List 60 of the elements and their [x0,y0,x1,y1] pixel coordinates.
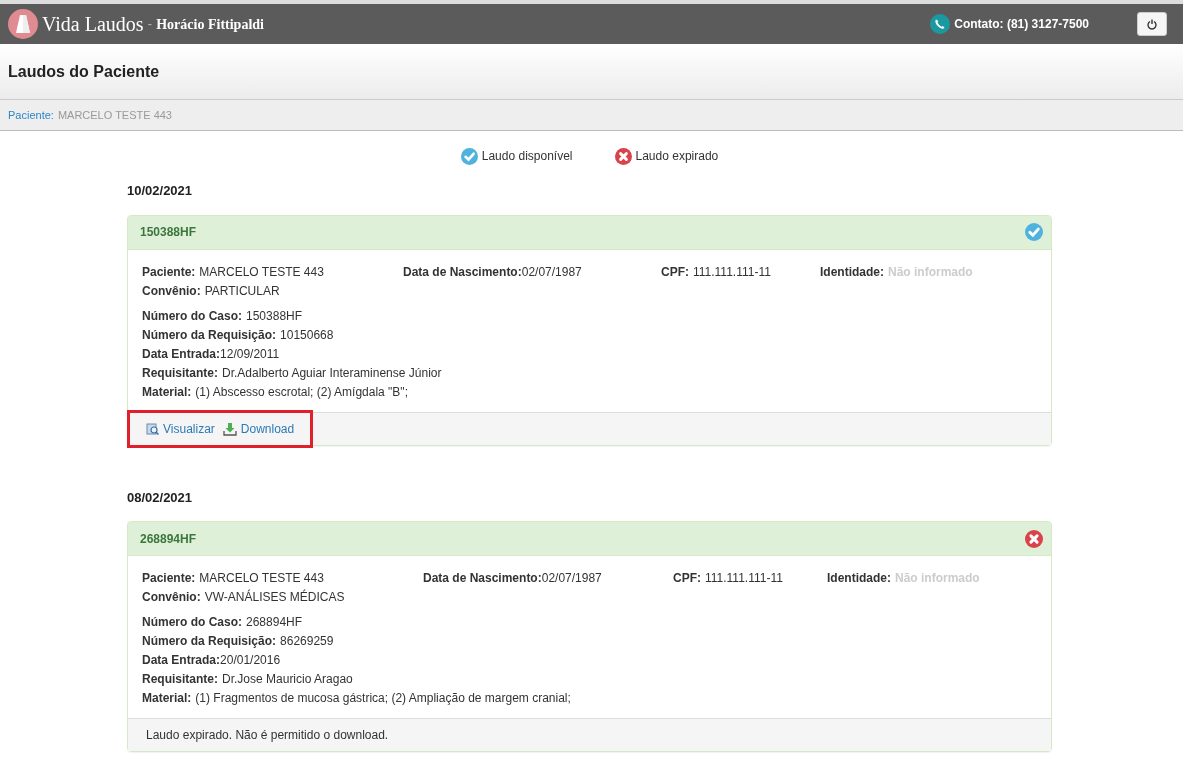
field-value: MARCELO TESTE 443 [199,571,324,585]
power-button[interactable] [1137,12,1167,36]
report-code: 268894HF [140,530,197,548]
field-label: Número do Caso: [142,308,242,323]
date-heading: 08/02/2021 [127,488,194,507]
report-code: 150388HF [140,224,197,241]
field-label: Material: [142,691,192,705]
field-value: 86269259 [280,634,334,648]
field-value: 111.111.111-11 [693,264,771,279]
breadcrumb-value: MARCELO TESTE 443 [57,107,172,123]
date-heading: 10/02/2021 [127,182,194,200]
field-label: Convênio: [142,283,201,298]
field-label: CPF: [673,571,701,585]
field-label: Identidade: [827,571,891,585]
field-value: Dr.Adalberto Aguiar Interaminense Júnior [222,365,442,380]
brand-title: Vida Laudos [42,12,144,37]
breadcrumb-label: Paciente: [8,107,54,123]
field-label: Requisitante: [142,672,218,686]
field-value: MARCELO TESTE 443 [199,264,324,279]
field-value: 20/01/2016 [220,653,281,667]
field-label: Data Entrada: [142,346,221,361]
phone-icon [930,14,951,34]
field-label: Data de Nascimento: [423,571,542,585]
field-label: Data de Nascimento: [403,264,522,279]
page-title: Laudos do Paciente [8,61,160,82]
field-value: 111.111.111-11 [705,571,783,585]
field-label: Requisitante: [142,365,218,380]
legend-label: Laudo expirado [635,148,719,165]
field-value: (1) Fragmentos de mucosa gástrica; (2) Ampliação de margem cranial; [195,691,571,705]
field-value: 02/07/1987 [541,571,602,585]
power-icon [1146,18,1158,30]
field-value: 12/09/2011 [220,346,280,361]
user-name: Horácio Fittipaldi [156,15,264,34]
field-value: 268894HF [246,615,303,629]
logo-icon [8,9,38,39]
magnifier-icon [146,422,159,435]
view-link[interactable]: Visualizar [146,419,215,438]
download-link[interactable]: Download [222,419,295,438]
field-label: CPF: [661,264,689,279]
field-label: Paciente: [142,264,196,279]
download-icon [222,421,237,436]
field-value: PARTICULAR [204,283,280,298]
field-label: Identidade: [820,264,884,279]
field-label: Data Entrada: [142,653,221,667]
field-value: VW-ANÁLISES MÉDICAS [204,590,345,604]
title-separator: - [147,14,153,34]
legend-label: Laudo disponível [481,148,573,165]
field-label: Convênio: [142,590,201,604]
field-value: (1) Abscesso escrotal; (2) Amígdala "B"; [195,384,408,399]
field-label: Número da Requisição: [142,327,277,342]
field-value: Dr.Jose Mauricio Aragao [222,672,353,686]
field-label: Material: [142,384,192,399]
contact-phone: Contato: (81) 3127-7500 [954,16,1089,33]
field-value: 150388HF [246,308,303,323]
field-value: 10150668 [280,327,334,342]
expired-message: Laudo expirado. Não é permitido o download. [146,727,389,744]
field-label: Número da Requisição: [142,634,277,648]
field-value: 02/07/1987 [521,264,582,279]
field-label: Número do Caso: [142,615,242,629]
field-label: Paciente: [142,571,196,585]
